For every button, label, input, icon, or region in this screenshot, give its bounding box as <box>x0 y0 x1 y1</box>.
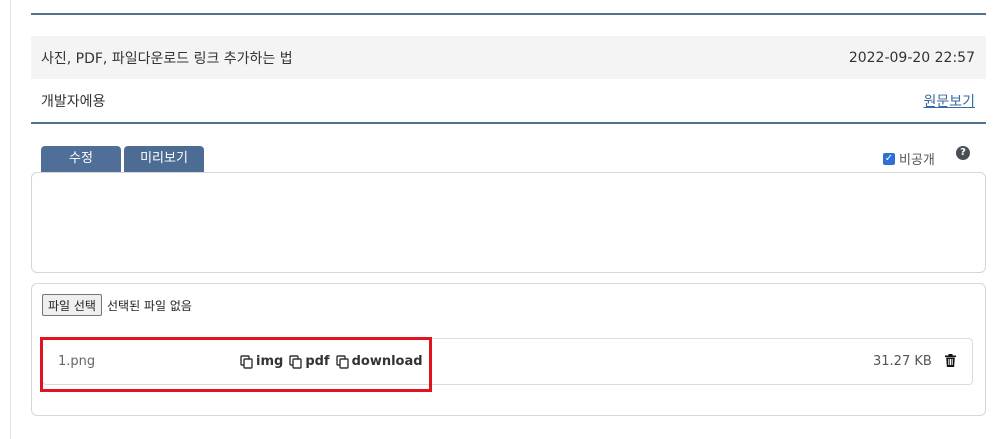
private-toggle[interactable]: ✓ 비공개 <box>883 149 935 168</box>
tab-preview[interactable]: 미리보기 <box>124 146 204 172</box>
copy-icon <box>240 354 253 369</box>
file-item: 1.png img pdf download 31.27 KB <box>42 338 973 385</box>
file-size: 31.27 KB <box>873 354 932 369</box>
category-row: 개발자에용 원문보기 <box>31 80 986 122</box>
copy-download-link-button[interactable]: download <box>335 354 423 369</box>
private-label: 비공개 <box>899 153 935 168</box>
question-icon[interactable]: ? <box>956 146 970 160</box>
file-name: 1.png <box>58 354 96 369</box>
content-editor[interactable] <box>31 172 986 273</box>
copy-icon <box>335 354 349 369</box>
file-link-buttons: img pdf download <box>240 354 423 369</box>
copy-icon <box>289 354 303 369</box>
view-original-link[interactable]: 원문보기 <box>923 91 975 111</box>
header-divider <box>31 122 986 124</box>
file-choose-row: 파일 선택 선택된 파일 없음 <box>42 294 192 316</box>
no-file-selected-text: 선택된 파일 없음 <box>106 298 192 313</box>
img-link-label: img <box>256 354 284 369</box>
left-border <box>10 0 11 439</box>
post-header: 사진, PDF, 파일다운로드 링크 추가하는 법 2022-09-20 22:… <box>31 36 986 79</box>
checkbox-checked-icon[interactable]: ✓ <box>883 152 895 165</box>
tab-edit[interactable]: 수정 <box>41 146 121 172</box>
trash-icon[interactable] <box>945 354 956 367</box>
editor-tabs: 수정 미리보기 <box>41 146 204 172</box>
copy-pdf-link-button[interactable]: pdf <box>289 354 330 369</box>
pdf-link-label: pdf <box>305 354 330 369</box>
top-divider <box>31 13 986 15</box>
choose-file-button[interactable]: 파일 선택 <box>42 294 102 316</box>
post-date: 2022-09-20 22:57 <box>848 49 975 66</box>
post-category: 개발자에용 <box>41 94 106 110</box>
copy-img-link-button[interactable]: img <box>240 354 283 369</box>
post-title: 사진, PDF, 파일다운로드 링크 추가하는 법 <box>41 50 293 67</box>
download-link-label: download <box>351 354 423 369</box>
file-upload-panel: 파일 선택 선택된 파일 없음 1.png img pdf download 3… <box>31 283 986 416</box>
